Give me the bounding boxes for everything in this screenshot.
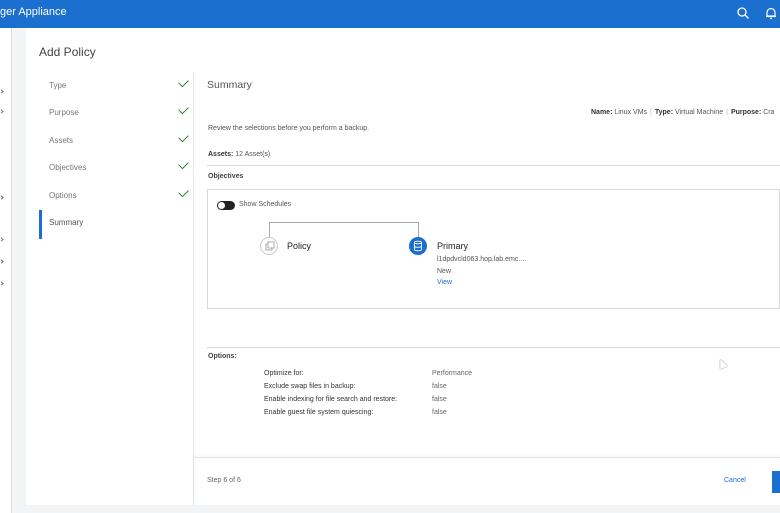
step-label: Purpose <box>49 108 79 117</box>
option-value: false <box>432 409 447 416</box>
policy-connector-line <box>269 222 419 238</box>
objectives-heading: Objectives <box>208 173 244 180</box>
option-value: false <box>432 396 447 403</box>
bell-icon[interactable] <box>764 6 778 20</box>
cancel-button[interactable]: Cancel <box>724 477 746 484</box>
meta-type-key: Type: <box>654 109 674 116</box>
policy-meta: Name: Linux VMs | Type: Virtual Machine | Pu… <box>591 109 775 116</box>
option-value: false <box>432 383 447 390</box>
option-key: Enable indexing for file search and rest… <box>264 396 398 403</box>
assets-key: Assets: <box>208 151 234 158</box>
primary-status: New <box>437 268 452 275</box>
rail-chevron-icon[interactable] <box>0 281 4 286</box>
show-schedules-label: Show Schedules <box>239 201 292 208</box>
show-schedules-toggle[interactable] <box>217 201 235 210</box>
rail-chevron-icon[interactable] <box>0 237 4 242</box>
divider <box>207 347 780 348</box>
option-key: Optimize for: <box>264 370 304 377</box>
step-label: Options <box>49 191 77 200</box>
option-key: Exclude swap files in backup: <box>264 383 356 390</box>
check-icon <box>178 103 189 115</box>
primary-host: l1dpdvcld063.hop.lab.emc.... <box>437 256 527 263</box>
add-policy-dialog: Add Policy Type Purpose Assets Objective… <box>26 28 780 505</box>
step-label: Objectives <box>49 163 87 172</box>
objectives-box: Show Schedules Policy Primary l1dpdvcld0… <box>207 189 780 309</box>
step-label: Assets <box>49 136 74 145</box>
meta-type-value: Virtual Machine <box>674 109 724 116</box>
dialog-title: Add Policy <box>39 45 96 59</box>
primary-node-label: Primary <box>437 241 468 251</box>
assets-summary: Assets: 12 Asset(s) <box>208 151 270 158</box>
wizard-steps: Type Purpose Assets Objectives Options S… <box>39 73 193 505</box>
step-assets[interactable]: Assets <box>39 128 193 155</box>
step-label: Type <box>49 81 67 90</box>
rail-chevron-icon[interactable] <box>0 109 4 114</box>
assets-value: 12 Asset(s) <box>235 151 271 158</box>
step-counter: Step 6 of 6 <box>207 477 241 484</box>
check-icon <box>178 158 189 170</box>
step-type[interactable]: Type <box>39 73 193 100</box>
step-label: Summary <box>49 218 84 227</box>
options-heading: Options: <box>208 353 237 360</box>
toggle-knob <box>218 202 225 209</box>
divider <box>207 165 780 166</box>
step-purpose[interactable]: Purpose <box>39 100 193 127</box>
step-objectives[interactable]: Objectives <box>39 155 193 182</box>
step-summary[interactable]: Summary <box>39 210 193 239</box>
check-icon <box>178 76 189 88</box>
primary-view-link[interactable]: View <box>437 279 452 286</box>
step-options[interactable]: Options <box>39 183 193 210</box>
app-title: ger Appliance <box>0 6 67 18</box>
summary-title: Summary <box>207 79 252 91</box>
left-nav-rail <box>0 28 12 513</box>
rail-chevron-icon[interactable] <box>0 195 4 200</box>
active-step-indicator <box>39 210 42 239</box>
policy-copy-icon <box>260 237 278 255</box>
top-bar: ger Appliance <box>0 0 780 28</box>
summary-panel: Summary Name: Linux VMs | Type: Virtual Ma… <box>194 73 780 457</box>
primary-database-icon <box>409 237 427 255</box>
meta-purpose-key: Purpose: <box>730 109 762 116</box>
rail-chevron-icon[interactable] <box>0 259 4 264</box>
policy-node-label: Policy <box>287 241 312 251</box>
check-icon <box>178 186 189 198</box>
option-key: Enable guest file system quiescing: <box>264 409 374 416</box>
meta-purpose-value: Cra <box>763 109 775 116</box>
wizard-footer: Step 6 of 6 Cancel <box>194 457 780 505</box>
rail-chevron-icon[interactable] <box>0 89 4 94</box>
search-icon[interactable] <box>736 6 750 20</box>
check-icon <box>178 131 189 143</box>
option-value: Performance <box>432 370 473 377</box>
meta-name-key: Name: <box>591 109 613 116</box>
next-button[interactable] <box>772 471 780 493</box>
review-instructions: Review the selections before you perform… <box>208 125 370 132</box>
meta-name-value: Linux VMs <box>614 109 648 116</box>
